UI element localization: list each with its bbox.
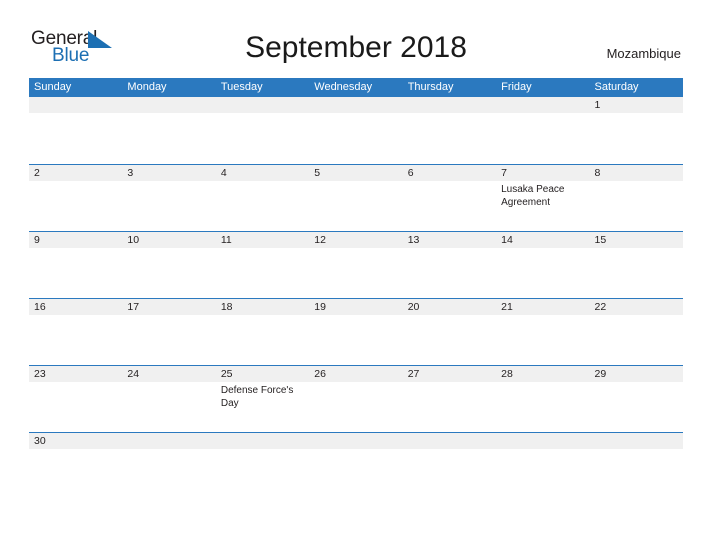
day-cell[interactable] xyxy=(122,433,215,448)
day-cell[interactable]: 28 xyxy=(496,366,589,432)
day-cell[interactable]: 16 xyxy=(29,299,122,365)
day-number: 25 xyxy=(220,368,233,380)
calendar-week-row: 2 3 4 5 6 7 Lusaka Peace Agreement 8 xyxy=(29,164,683,231)
day-cell[interactable]: 5 xyxy=(309,165,402,231)
region-label: Mozambique xyxy=(606,46,681,61)
day-cell[interactable]: 3 xyxy=(122,165,215,231)
day-cell[interactable] xyxy=(216,97,309,164)
day-number: 15 xyxy=(594,234,607,246)
day-cell[interactable] xyxy=(29,97,122,164)
day-cell[interactable]: 6 xyxy=(403,165,496,231)
day-number: 20 xyxy=(407,301,420,313)
day-cell[interactable]: 12 xyxy=(309,232,402,298)
day-cell[interactable] xyxy=(496,433,589,448)
day-number: 10 xyxy=(127,234,140,246)
day-cell[interactable]: 9 xyxy=(29,232,122,298)
day-event-label: Defense Force's Day xyxy=(220,385,294,409)
day-cell[interactable]: 4 xyxy=(216,165,309,231)
day-number: 14 xyxy=(501,234,513,246)
weekday-header-row: Sunday Monday Tuesday Wednesday Thursday… xyxy=(29,78,683,97)
day-number: 9 xyxy=(34,234,40,246)
day-number: 29 xyxy=(594,368,607,380)
day-cell[interactable] xyxy=(590,433,683,448)
day-number: 18 xyxy=(220,301,233,313)
page-header: General Blue September 2018 Mozambique xyxy=(0,0,712,78)
day-cell[interactable]: 22 xyxy=(590,299,683,365)
day-cell[interactable] xyxy=(309,433,402,448)
day-number: 12 xyxy=(314,234,326,246)
day-number: 17 xyxy=(127,301,140,313)
day-number: 22 xyxy=(594,301,607,313)
day-number: 3 xyxy=(127,167,134,179)
calendar-week-row: 1 xyxy=(29,97,683,164)
day-number: 21 xyxy=(501,301,513,313)
day-number: 7 xyxy=(501,167,507,179)
day-number: 2 xyxy=(34,167,40,179)
weekday-sunday: Sunday xyxy=(34,81,72,93)
day-cell[interactable]: 20 xyxy=(403,299,496,365)
day-cell[interactable] xyxy=(403,433,496,448)
calendar-grid: Sunday Monday Tuesday Wednesday Thursday… xyxy=(29,78,683,449)
weekday-wednesday: Wednesday xyxy=(314,81,373,93)
day-cell[interactable]: 25 Defense Force's Day xyxy=(216,366,309,432)
day-cell[interactable]: 2 xyxy=(29,165,122,231)
day-cell[interactable]: 8 xyxy=(590,165,683,231)
day-cell[interactable] xyxy=(122,97,215,164)
day-number: 11 xyxy=(220,234,232,246)
day-cell[interactable]: 30 xyxy=(29,433,122,448)
day-number: 6 xyxy=(407,167,414,179)
day-number: 28 xyxy=(501,368,513,380)
day-number: 30 xyxy=(34,435,46,447)
weekday-friday: Friday xyxy=(501,81,532,93)
day-cell[interactable]: 14 xyxy=(496,232,589,298)
calendar-week-row: 23 24 25 Defense Force's Day 26 27 28 29 xyxy=(29,365,683,432)
calendar-week-row: 9 10 11 12 13 14 15 xyxy=(29,231,683,298)
weekday-monday: Monday xyxy=(127,81,167,93)
day-number: 8 xyxy=(594,167,601,179)
day-cell[interactable]: 23 xyxy=(29,366,122,432)
day-cell[interactable]: 21 xyxy=(496,299,589,365)
day-cell[interactable]: 18 xyxy=(216,299,309,365)
day-number: 19 xyxy=(314,301,326,313)
calendar-week-row: 30 xyxy=(29,432,683,449)
day-number: 5 xyxy=(314,167,321,179)
day-event-label: Lusaka Peace Agreement xyxy=(501,184,565,208)
day-number: 24 xyxy=(127,368,140,380)
day-number: 16 xyxy=(34,301,46,313)
day-cell[interactable]: 1 xyxy=(590,97,683,164)
day-cell[interactable]: 24 xyxy=(122,366,215,432)
weekday-saturday: Saturday xyxy=(594,81,639,93)
day-cell[interactable] xyxy=(496,97,589,164)
day-cell[interactable] xyxy=(403,97,496,164)
day-cell[interactable]: 27 xyxy=(403,366,496,432)
day-cell[interactable]: 15 xyxy=(590,232,683,298)
day-number: 4 xyxy=(220,167,227,179)
day-cell[interactable]: 29 xyxy=(590,366,683,432)
calendar-page: General Blue September 2018 Mozambique S… xyxy=(0,0,712,550)
day-cell[interactable]: 19 xyxy=(309,299,402,365)
day-cell[interactable] xyxy=(216,433,309,448)
weekday-thursday: Thursday xyxy=(407,81,454,93)
day-cell[interactable]: 17 xyxy=(122,299,215,365)
day-cell[interactable]: 26 xyxy=(309,366,402,432)
day-number: 26 xyxy=(314,368,326,380)
day-number: 23 xyxy=(34,368,46,380)
day-cell[interactable]: 11 xyxy=(216,232,309,298)
day-cell[interactable]: 7 Lusaka Peace Agreement xyxy=(496,165,589,231)
page-title: September 2018 xyxy=(245,31,467,64)
weekday-tuesday: Tuesday xyxy=(220,81,263,93)
day-cell[interactable]: 13 xyxy=(403,232,496,298)
day-number: 1 xyxy=(594,99,601,111)
calendar-week-row: 16 17 18 19 20 21 22 xyxy=(29,298,683,365)
day-cell[interactable]: 10 xyxy=(122,232,215,298)
day-number: 13 xyxy=(407,234,420,246)
day-cell[interactable] xyxy=(309,97,402,164)
day-number: 27 xyxy=(407,368,420,380)
